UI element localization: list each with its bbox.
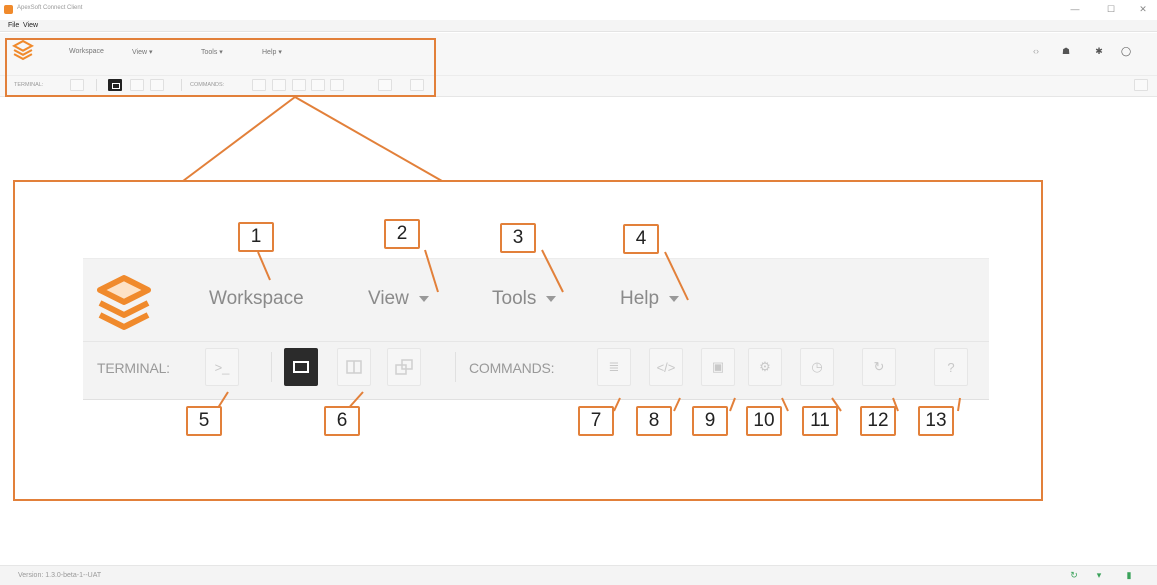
toolbar-separator [455, 352, 456, 382]
chevron-down-icon [546, 296, 557, 302]
clock-icon: ◷ [811, 359, 823, 374]
float-window-icon [395, 359, 413, 375]
command-refresh-button[interactable]: ↻ [862, 348, 896, 386]
code-icon: </> [656, 359, 676, 375]
close-button[interactable]: ✕ [1136, 4, 1150, 14]
code-icon[interactable]: ‹› [1029, 46, 1043, 56]
terminal-icon: >_ [214, 359, 230, 375]
menu-help-label: Help [620, 288, 660, 309]
toolbar-separator [271, 352, 272, 382]
title-bar: ApexSoft Connect Client — ☐ ✕ [0, 0, 1157, 20]
maximize-button[interactable]: ☐ [1104, 4, 1118, 14]
split-window-icon [346, 360, 362, 374]
menu-help[interactable]: Help [620, 288, 680, 310]
command-history-button[interactable]: ◷ [800, 348, 834, 386]
help-icon: ? [947, 359, 955, 375]
callout-badge-5: 5 [186, 406, 222, 436]
callout-badge-7: 7 [578, 406, 614, 436]
callout-badge-13: 13 [918, 406, 954, 436]
refresh-icon: ↻ [873, 359, 885, 374]
single-window-icon [293, 361, 309, 373]
layout-float-button[interactable] [387, 348, 421, 386]
list-icon: ≣ [608, 359, 620, 374]
menu-tools-label: Tools [492, 288, 537, 309]
chevron-down-icon [418, 296, 429, 302]
gears-icon: ⚙ [759, 359, 771, 374]
id-card-icon: ▣ [711, 359, 725, 374]
menu-bar: File View [0, 20, 1157, 32]
user-icon[interactable]: ◯ [1119, 46, 1133, 57]
callout-badge-10: 10 [746, 406, 782, 436]
callout-badge-6: 6 [324, 406, 360, 436]
menu-view-label: View [368, 288, 409, 309]
layout-split-button[interactable] [337, 348, 371, 386]
menu-workspace[interactable]: Workspace [209, 288, 304, 310]
command-help-button[interactable]: ? [934, 348, 968, 386]
command-settings-button[interactable]: ⚙ [748, 348, 782, 386]
callout-highlight [5, 38, 436, 97]
commands-label: COMMANDS: [469, 360, 555, 376]
callout-badge-3: 3 [500, 223, 536, 253]
database-icon[interactable]: ▮ [1123, 570, 1135, 581]
sm-collapse-button[interactable] [1134, 79, 1148, 91]
callout-badge-4: 4 [623, 224, 659, 254]
app-icon [4, 5, 13, 14]
layout-single-button[interactable] [284, 348, 318, 386]
command-card-button[interactable]: ▣ [701, 348, 735, 386]
menu-view[interactable]: View [368, 288, 429, 310]
chevron-down-icon [669, 296, 680, 302]
minimize-button[interactable]: — [1068, 4, 1082, 14]
callout-badge-8: 8 [636, 406, 672, 436]
version-label: Version: 1.3.0-beta-1--UAT [18, 572, 102, 579]
terminal-label: TERMINAL: [97, 360, 170, 376]
menu-view[interactable]: View [23, 22, 38, 29]
open-terminal-button[interactable]: >_ [205, 348, 239, 386]
status-bar: Version: 1.3.0-beta-1--UAT ↻ ▾ ▮ [0, 565, 1157, 585]
refresh-icon[interactable]: ↻ [1068, 570, 1080, 581]
team-icon[interactable]: ☗ [1059, 46, 1073, 57]
callout-badge-12: 12 [860, 406, 896, 436]
window-title: ApexSoft Connect Client [17, 5, 83, 11]
wifi-icon[interactable]: ▾ [1093, 570, 1105, 581]
zoom-app-logo [97, 275, 151, 330]
callout-badge-9: 9 [692, 406, 728, 436]
callout-badge-2: 2 [384, 219, 420, 249]
callout-badge-1: 1 [238, 222, 274, 252]
menu-tools[interactable]: Tools [492, 288, 557, 310]
menu-workspace-label: Workspace [209, 288, 304, 309]
command-list-button[interactable]: ≣ [597, 348, 631, 386]
menu-file[interactable]: File [8, 22, 19, 29]
callout-badge-11: 11 [802, 406, 838, 436]
gear-icon[interactable]: ✱ [1092, 46, 1106, 57]
command-code-button[interactable]: </> [649, 348, 683, 386]
